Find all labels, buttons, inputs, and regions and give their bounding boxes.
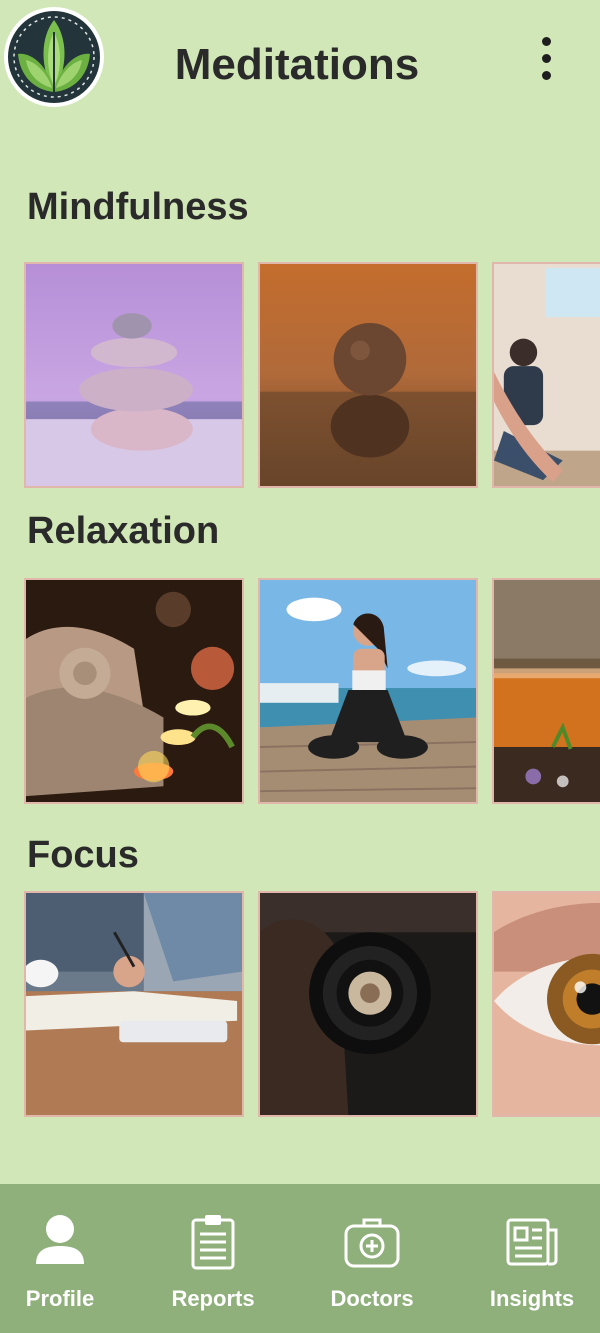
writing-notebook-image[interactable]	[24, 891, 244, 1117]
page-title: Meditations	[174, 40, 420, 89]
mindfulness-row[interactable]	[24, 262, 600, 490]
clipboard-icon	[191, 1215, 235, 1270]
nav-profile[interactable]: Profile	[0, 1212, 120, 1322]
spa-towels-candles-image[interactable]	[24, 578, 244, 804]
nav-doctors[interactable]: Doctors	[312, 1212, 432, 1322]
section-title-focus: Focus	[27, 834, 139, 876]
yoga-class-image[interactable]	[492, 262, 600, 488]
nav-reports[interactable]: Reports	[153, 1212, 273, 1322]
relaxation-row[interactable]	[24, 578, 600, 806]
section-title-mindfulness: Mindfulness	[27, 186, 249, 228]
nav-label-reports: Reports	[171, 1286, 255, 1311]
eye-closeup-image[interactable]	[492, 891, 600, 1117]
focus-row[interactable]	[24, 891, 600, 1119]
user-icon	[36, 1215, 84, 1264]
bottom-nav: Profile Reports Doctors Insights	[0, 1184, 600, 1333]
nav-label-doctors: Doctors	[330, 1286, 414, 1311]
nav-label-profile: Profile	[25, 1286, 95, 1311]
section-title-relaxation: Relaxation	[27, 510, 220, 552]
herbal-tea-image[interactable]	[492, 578, 600, 804]
balanced-stones-image[interactable]	[258, 262, 478, 488]
pier-meditation-image[interactable]	[258, 578, 478, 804]
more-vertical-icon[interactable]	[528, 30, 564, 86]
stacked-pebbles-image[interactable]	[24, 262, 244, 488]
newspaper-icon	[506, 1218, 558, 1266]
medical-kit-icon	[344, 1218, 400, 1268]
nav-insights[interactable]: Insights	[472, 1212, 592, 1322]
nav-label-insights: Insights	[489, 1286, 575, 1311]
camera-lens-image[interactable]	[258, 891, 478, 1117]
